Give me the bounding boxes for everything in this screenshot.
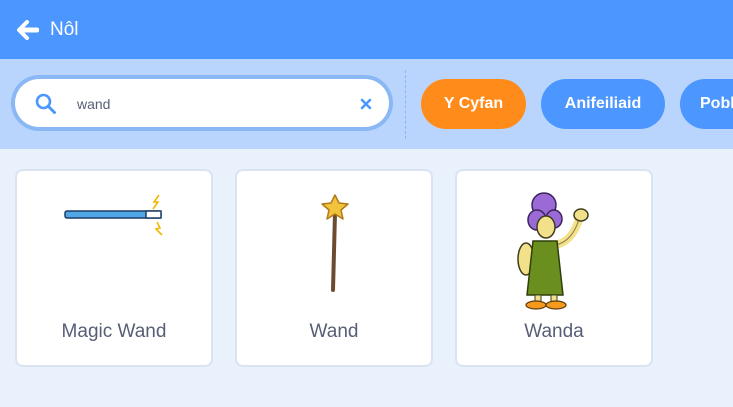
header-bar: Nôl: [0, 0, 733, 59]
star-wand-icon: [237, 185, 431, 297]
sprite-name: Wand: [309, 321, 359, 342]
filter-tag-people[interactable]: Pobl: [680, 79, 733, 129]
sprite-name: Magic Wand: [61, 321, 167, 342]
magic-wand-icon: [17, 185, 211, 297]
results-grid: Magic Wand Wand Wanda: [0, 149, 733, 407]
close-icon[interactable]: [360, 97, 372, 115]
sprite-card-magic-wand[interactable]: Magic Wand: [15, 169, 213, 367]
sprite-card-wanda[interactable]: Wanda: [455, 169, 653, 367]
filter-bar: Y Cyfan Anifeiliaid Pobl: [0, 59, 733, 149]
filter-tag-animals[interactable]: Anifeiliaid: [541, 79, 665, 129]
search-field: [11, 75, 393, 131]
search-icon: [35, 93, 57, 120]
filter-divider: [405, 70, 406, 139]
search-box[interactable]: [15, 79, 389, 127]
filter-tag-all[interactable]: Y Cyfan: [421, 79, 526, 129]
sprite-name: Wanda: [524, 321, 584, 342]
back-button[interactable]: Nôl: [17, 19, 79, 41]
wanda-character-icon: [457, 185, 651, 310]
sprite-card-wand[interactable]: Wand: [235, 169, 433, 367]
search-input[interactable]: [75, 91, 349, 117]
back-label: Nôl: [50, 18, 79, 40]
arrow-left-icon: [17, 19, 39, 40]
